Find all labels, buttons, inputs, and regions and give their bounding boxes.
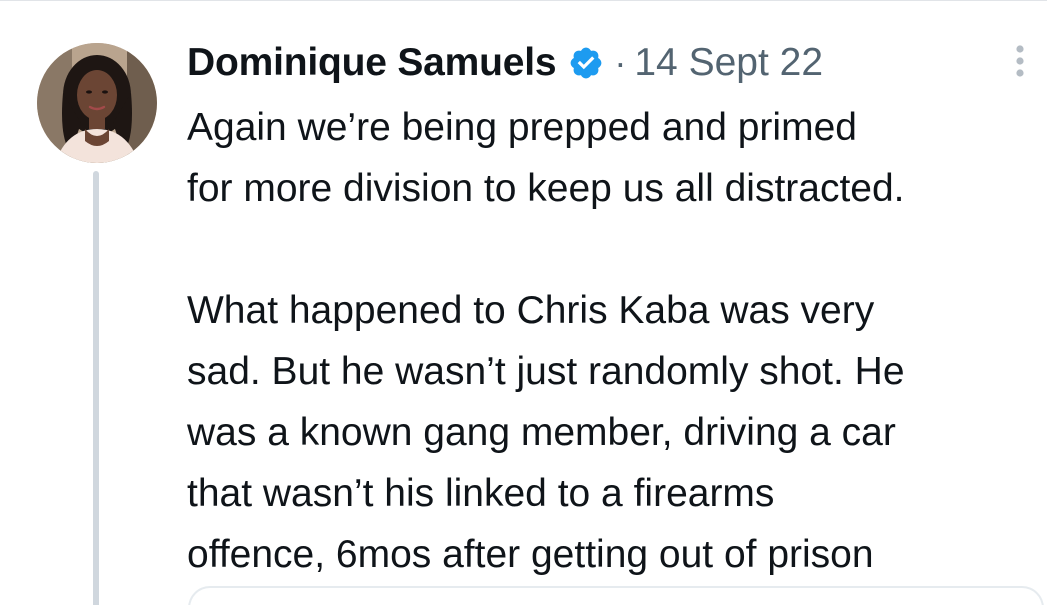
tweet-header: Dominique Samuels · 14 Sept 22 (187, 35, 1037, 91)
more-vertical-icon[interactable] (1010, 41, 1030, 81)
tweet-container: Dominique Samuels · 14 Sept 22 Again we’… (0, 0, 1047, 605)
thread-line (93, 171, 99, 605)
avatar[interactable] (37, 43, 157, 163)
tweet-paragraph: Again we’re being prepped and primed for… (187, 106, 905, 210)
tweet-paragraph: What happened to Chris Kaba was very sad… (187, 289, 905, 576)
quoted-card-edge[interactable] (188, 586, 1044, 605)
tweet-text: Again we’re being prepped and primed for… (187, 97, 1047, 585)
tweet-date[interactable]: 14 Sept 22 (634, 41, 823, 85)
author-name[interactable]: Dominique Samuels (187, 41, 557, 85)
header-separator: · (614, 42, 627, 83)
verified-badge-icon (568, 45, 604, 81)
avatar-image (37, 43, 157, 163)
avatar-column (37, 43, 157, 163)
tweet-content: Dominique Samuels · 14 Sept 22 Again we’… (187, 35, 1037, 585)
